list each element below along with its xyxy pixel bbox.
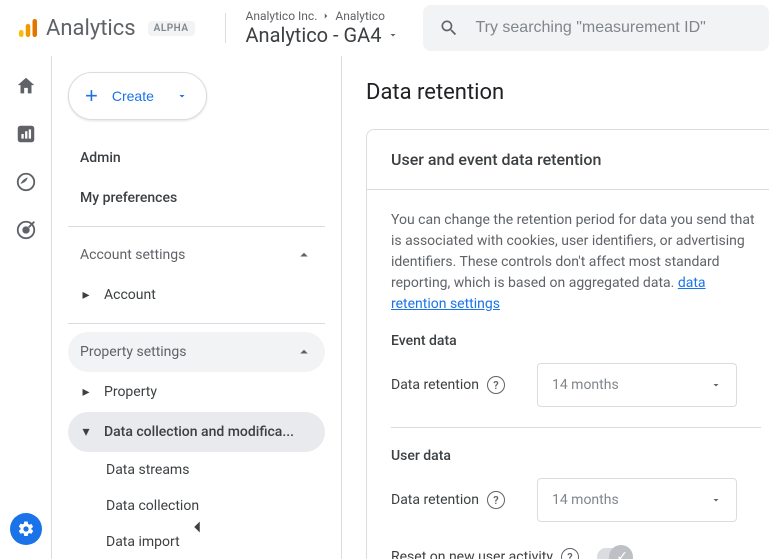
arrow-right-icon: ▸ (80, 287, 92, 303)
nav-property[interactable]: ▸ Property (68, 372, 325, 412)
nav-admin[interactable]: Admin (68, 138, 325, 178)
breadcrumb-child: Analytico (335, 9, 385, 23)
admin-gear-button[interactable] (10, 513, 42, 545)
divider (68, 323, 325, 324)
create-button[interactable]: + Create (68, 72, 207, 120)
caret-down-icon (710, 494, 722, 506)
divider (68, 226, 325, 227)
user-retention-select[interactable]: 14 months (537, 478, 737, 522)
nav-my-preferences[interactable]: My preferences (68, 178, 325, 218)
reset-activity-label: Reset on new user activity (391, 549, 553, 559)
retention-card: User and event data retention You can ch… (366, 129, 769, 559)
event-data-heading: Event data (391, 333, 761, 349)
collapse-sidebar-button[interactable] (177, 507, 217, 547)
reset-activity-toggle[interactable]: ✓ (597, 548, 631, 559)
breadcrumb-parent: Analytico Inc. (246, 9, 318, 23)
chevron-right-icon (321, 11, 331, 21)
breadcrumb: Analytico Inc. Analytico (246, 9, 400, 23)
app-header: Analytics ALPHA Analytico Inc. Analytico… (0, 0, 769, 56)
divider (391, 427, 761, 428)
property-name: Analytico - GA4 (246, 23, 382, 47)
property-picker[interactable]: Analytico Inc. Analytico Analytico - GA4 (246, 9, 400, 47)
user-retention-label: Data retention (391, 492, 479, 508)
search-icon (439, 18, 459, 38)
logo-area: Analytics ALPHA (16, 16, 215, 41)
nav-rail (0, 56, 52, 559)
chevron-up-icon (295, 343, 313, 361)
plus-icon: + (85, 83, 98, 109)
alpha-badge: ALPHA (148, 21, 195, 36)
caret-down-icon (176, 90, 188, 102)
nav-account-settings[interactable]: Account settings (68, 235, 325, 275)
admin-sidebar: + Create Admin My preferences Account se… (52, 56, 342, 559)
help-icon[interactable]: ? (487, 376, 505, 394)
home-icon[interactable] (14, 74, 38, 98)
arrow-down-icon: ▾ (80, 424, 92, 440)
card-title: User and event data retention (367, 130, 769, 190)
caret-down-icon (387, 29, 399, 41)
nav-property-settings[interactable]: Property settings (68, 332, 325, 372)
analytics-logo-icon (16, 16, 40, 40)
search-box[interactable] (423, 5, 769, 51)
check-icon: ✓ (616, 549, 628, 559)
event-retention-label: Data retention (391, 377, 479, 393)
page-title: Data retention (366, 80, 769, 105)
nav-data-streams[interactable]: Data streams (68, 452, 325, 488)
create-label: Create (112, 88, 154, 104)
chevron-up-icon (295, 246, 313, 264)
intro-text: You can change the retention period for … (391, 210, 761, 315)
nav-account[interactable]: ▸ Account (68, 275, 325, 315)
advertising-icon[interactable] (14, 218, 38, 242)
explore-icon[interactable] (14, 170, 38, 194)
arrow-right-icon: ▸ (80, 384, 92, 400)
event-retention-value: 14 months (552, 377, 619, 393)
search-input[interactable] (475, 19, 753, 37)
reports-icon[interactable] (14, 122, 38, 146)
user-data-heading: User data (391, 448, 761, 464)
gear-icon (17, 520, 35, 538)
caret-down-icon (710, 379, 722, 391)
user-retention-value: 14 months (552, 492, 619, 508)
content-area: Data retention User and event data reten… (342, 56, 769, 559)
help-icon[interactable]: ? (561, 548, 579, 559)
brand-name: Analytics (46, 16, 136, 41)
event-retention-select[interactable]: 14 months (537, 363, 737, 407)
chevron-left-icon (186, 516, 208, 538)
nav-data-collection-modification[interactable]: ▾ Data collection and modifica... (68, 412, 325, 452)
divider (225, 13, 226, 43)
help-icon[interactable]: ? (487, 491, 505, 509)
